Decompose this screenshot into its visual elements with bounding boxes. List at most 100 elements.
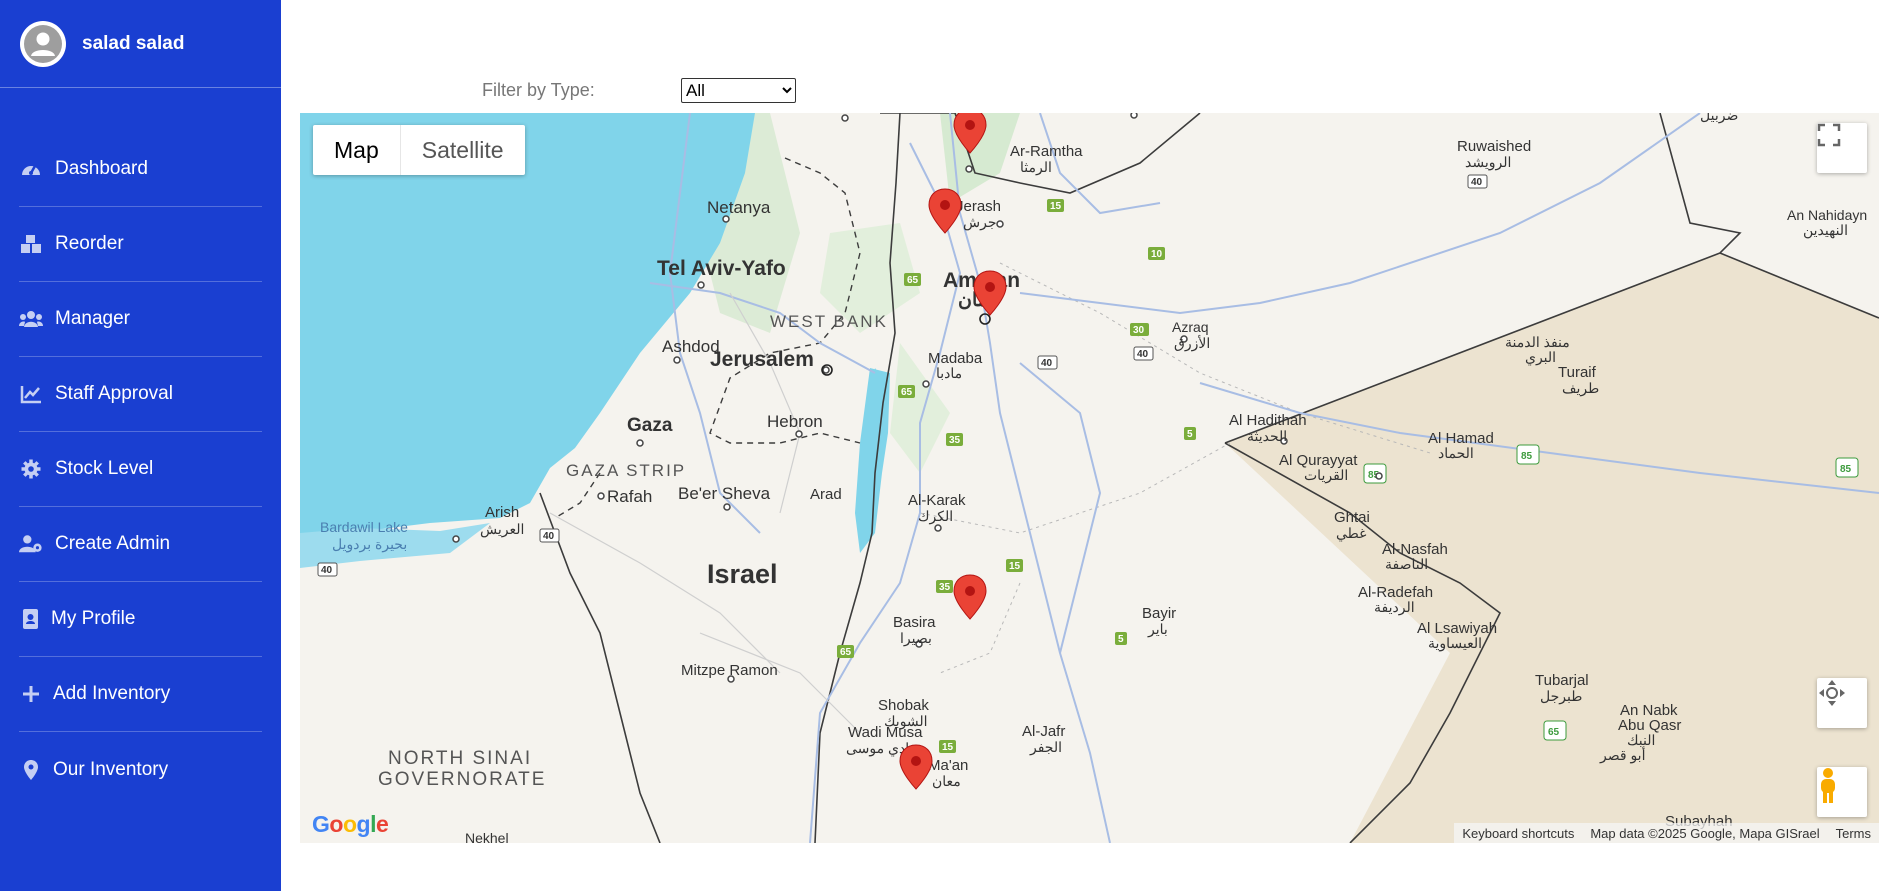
nav-add-inventory[interactable]: Add Inventory: [19, 657, 262, 732]
users-icon: [19, 307, 43, 331]
map-type-satellite-button[interactable]: Satellite: [401, 125, 525, 175]
label-tel-aviv: Tel Aviv-Yafo: [657, 257, 786, 280]
label-israel: Israel: [707, 559, 778, 589]
label-basira: Basira: [893, 614, 936, 631]
label-nekhel: Nekhel: [465, 830, 509, 843]
road-shield-40: 40: [543, 531, 555, 542]
label-tubarjal-ar: طبرجل: [1540, 688, 1582, 705]
road-shield-65: 65: [1548, 727, 1560, 738]
label-ghtai-ar: غطي: [1336, 525, 1366, 541]
map-canvas[interactable]: 15 10 40 65 30 40 40 65 35 5 15 35 5 65 …: [300, 113, 1879, 843]
label-gaza-strip: GAZA STRIP: [566, 461, 686, 480]
nav-create-admin[interactable]: Create Admin: [19, 507, 262, 582]
move-arrows-icon: [1819, 680, 1845, 706]
camera-control-button[interactable]: [1817, 678, 1867, 728]
label-abu-qasr-ar: أبو قصر: [1599, 745, 1646, 764]
nav-label: Staff Approval: [55, 383, 173, 404]
label-madaba-ar: مادبا: [936, 365, 962, 381]
map-attribution: Map data ©2025 Google, Mapa GISrael: [1590, 825, 1820, 841]
label-bayir: Bayir: [1142, 605, 1176, 622]
street-view-pegman-button[interactable]: [1817, 767, 1867, 817]
map-type-map-button[interactable]: Map: [313, 125, 401, 175]
nav-manager[interactable]: Manager: [19, 282, 262, 357]
nav-our-inventory[interactable]: Our Inventory: [19, 732, 262, 807]
label-nahidayn: An Nahidayn: [1787, 207, 1867, 223]
road-shield-15: 15: [1050, 201, 1062, 212]
nav-my-profile[interactable]: My Profile: [19, 582, 262, 657]
nav-staff-approval[interactable]: Staff Approval: [19, 357, 262, 432]
nav-stock-level[interactable]: Stock Level: [19, 432, 262, 507]
label-turaif: Turaif: [1558, 364, 1597, 381]
label-ghtai: Ghtai: [1334, 509, 1370, 526]
label-maan-ar: معان: [932, 773, 961, 789]
label-netanya: Netanya: [707, 198, 771, 217]
map-marker: [953, 574, 987, 620]
label-jerash-ar: جرش: [963, 214, 996, 231]
boxes-icon: [19, 232, 43, 256]
type-filter-select[interactable]: All: [681, 78, 796, 103]
label-bardawil-ar: بحيرة بردويل: [332, 536, 407, 553]
road-shield-35: 35: [949, 435, 961, 446]
road-shield-5: 5: [1118, 634, 1124, 645]
fullscreen-icon: [1817, 123, 1841, 147]
sidebar: salad salad Dashboard Reorder Manager St…: [0, 0, 281, 891]
label-top-ar: ضربيل: [1700, 113, 1738, 124]
gauge-icon: [19, 157, 43, 181]
label-qurayyat-ar: القريات: [1304, 467, 1348, 484]
road-shield-40: 40: [1137, 349, 1149, 360]
user-cog-icon: [19, 532, 43, 556]
label-ruwaished: Ruwaished: [1457, 138, 1531, 155]
label-haditha: Al Hadithah: [1229, 412, 1307, 429]
label-jafr-ar: الجفر: [1029, 739, 1062, 756]
label-bardawil: Bardawil Lake: [320, 519, 408, 535]
username: salad salad: [82, 32, 185, 54]
nav-label: Stock Level: [55, 458, 154, 479]
road-shield-65: 65: [840, 647, 852, 658]
label-arish: Arish: [485, 504, 519, 521]
terms-link[interactable]: Terms: [1828, 826, 1879, 841]
label-governorate: GOVERNORATE: [378, 769, 546, 790]
nav-label: Our Inventory: [53, 758, 169, 780]
google-logo: Google: [312, 811, 389, 837]
label-ramtha-ar: الرمثا: [1020, 159, 1052, 176]
road-shield-30: 30: [1133, 325, 1145, 336]
map-footer: Keyboard shortcuts Map data ©2025 Google…: [1454, 823, 1879, 843]
label-munfadh2: البري: [1525, 349, 1556, 366]
chart-line-icon: [19, 382, 43, 406]
filter-label: Filter by Type:: [482, 80, 595, 100]
keyboard-shortcuts-link[interactable]: Keyboard shortcuts: [1454, 826, 1582, 841]
road-shield-10: 10: [1151, 249, 1163, 260]
road-shield-5: 5: [1187, 429, 1193, 440]
nav-reorder[interactable]: Reorder: [19, 207, 262, 282]
label-karak: Al-Karak: [908, 492, 966, 509]
label-ruwaished-ar: الرويشد: [1465, 154, 1511, 171]
label-munfadh: منفذ الدمنة: [1505, 334, 1570, 350]
road-shield-65: 65: [901, 387, 913, 398]
label-karak-ar: الكرك: [918, 508, 953, 525]
road-shield-35: 35: [939, 582, 951, 593]
label-nasfah-ar: الناصفة: [1385, 556, 1428, 572]
label-radefah-ar: الرديفة: [1374, 599, 1415, 616]
fullscreen-button[interactable]: [1817, 123, 1867, 173]
label-hebron: Hebron: [767, 412, 823, 431]
nav-label: My Profile: [51, 608, 136, 629]
nav-label: Dashboard: [55, 158, 148, 179]
nav-label: Reorder: [55, 233, 124, 254]
label-nabk-ar: النبك: [1627, 732, 1655, 748]
label-jerusalem: Jerusalem: [710, 348, 814, 371]
label-haditha-ar: الحديثة: [1247, 428, 1287, 444]
road-shield-40: 40: [321, 565, 333, 576]
user-profile[interactable]: salad salad: [0, 0, 281, 88]
label-jerash: Jerash: [956, 198, 1001, 215]
map-container[interactable]: 15 10 40 65 30 40 40 65 35 5 15 35 5 65 …: [300, 113, 1879, 843]
road-shield-40: 40: [1471, 177, 1483, 188]
label-north-sinai: NORTH SINAI: [388, 748, 532, 769]
nav-dashboard[interactable]: Dashboard: [19, 132, 262, 207]
label-wadi-musa: Wadi Musa: [848, 724, 923, 741]
label-maan: Ma'an: [928, 757, 968, 774]
avatar: [20, 20, 66, 67]
map-marker: [928, 188, 962, 234]
pegman-icon: [1821, 768, 1835, 803]
nav-label: Create Admin: [55, 533, 171, 554]
label-bayir-ar: باير: [1147, 621, 1168, 638]
